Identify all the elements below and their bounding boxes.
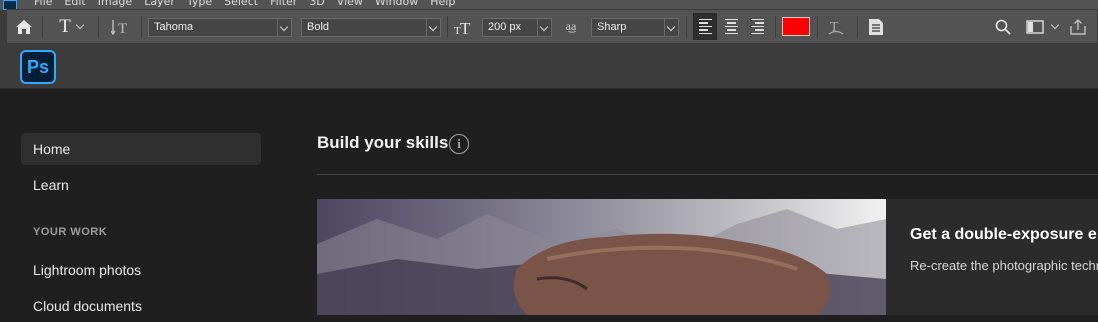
font-style-select[interactable]: Bold xyxy=(301,18,441,37)
photoshop-logo[interactable]: Ps xyxy=(20,50,56,84)
anti-alias-value: Sharp xyxy=(597,21,627,33)
menu-filter[interactable]: Filter xyxy=(270,0,297,8)
font-family-value: Tahoma xyxy=(154,21,194,33)
menu-image[interactable]: Image xyxy=(98,0,132,8)
menu-window[interactable]: Window xyxy=(375,0,418,8)
text-tool-icon: T xyxy=(59,15,71,37)
chevron-down-icon xyxy=(1050,20,1060,29)
sidebar-item-lightroom-photos[interactable]: Lightroom photos xyxy=(21,254,261,286)
anti-alias-icon: a͜a xyxy=(565,19,577,33)
svg-text:T: T xyxy=(460,19,471,35)
svg-text:T: T xyxy=(118,21,127,36)
warp-text-icon[interactable]: T xyxy=(824,10,848,43)
sidebar-item-learn[interactable]: Learn xyxy=(21,169,261,201)
character-panel-icon[interactable] xyxy=(864,10,888,43)
chevron-down-icon xyxy=(277,19,291,36)
options-toolbar: T T Tahoma Bold TT 200 px a͜a Sharp T xyxy=(6,9,1098,44)
chevron-down-icon xyxy=(664,19,678,36)
sidebar-item-home[interactable]: Home xyxy=(21,133,261,165)
font-style-value: Bold xyxy=(307,21,330,33)
section-title: Build your skills xyxy=(317,133,449,152)
menu-edit[interactable]: Edit xyxy=(64,0,85,8)
text-tool-preset[interactable]: T xyxy=(51,10,91,43)
menu-items: File Edit Image Layer Type Select Filter… xyxy=(34,0,455,8)
menu-select[interactable]: Select xyxy=(224,0,258,8)
font-size-value: 200 px xyxy=(488,21,522,33)
chevron-down-icon xyxy=(537,19,551,36)
chevron-down-icon xyxy=(426,19,440,36)
search-icon[interactable] xyxy=(992,10,1014,43)
menu-file[interactable]: File xyxy=(34,0,52,8)
menu-layer[interactable]: Layer xyxy=(144,0,175,8)
share-icon[interactable] xyxy=(1067,10,1089,43)
home-icon[interactable] xyxy=(11,10,37,43)
menu-view[interactable]: View xyxy=(337,0,363,8)
font-size-icon: TT xyxy=(452,10,476,43)
tutorial-title: Get a double-exposure e xyxy=(910,226,1097,243)
font-size-select[interactable]: 200 px xyxy=(482,18,552,37)
text-color-swatch[interactable] xyxy=(782,17,810,36)
workspace-icon[interactable] xyxy=(1022,10,1062,43)
text-align-group xyxy=(693,13,771,40)
menu-3d[interactable]: 3D xyxy=(309,0,324,8)
align-left-icon[interactable] xyxy=(693,13,717,40)
tutorial-card[interactable]: Get a double-exposure e Re-create the ph… xyxy=(317,199,1098,315)
tutorial-thumbnail xyxy=(317,199,886,315)
align-right-icon[interactable] xyxy=(745,13,769,40)
font-family-select[interactable]: Tahoma xyxy=(148,18,292,37)
menu-type[interactable]: Type xyxy=(187,0,212,8)
sidebar-section-your-work: YOUR WORK xyxy=(33,226,108,238)
text-orientation-icon[interactable]: T xyxy=(109,10,133,43)
anti-alias-select[interactable]: Sharp xyxy=(591,18,679,37)
chevron-down-icon xyxy=(75,20,85,29)
tutorial-description: Re-create the photographic techn xyxy=(910,258,1098,273)
info-icon[interactable]: i xyxy=(449,134,469,154)
menu-help[interactable]: Help xyxy=(430,0,455,8)
sidebar-item-cloud-documents[interactable]: Cloud documents xyxy=(21,290,261,322)
divider xyxy=(317,174,1098,175)
align-center-icon[interactable] xyxy=(719,13,743,40)
tutorial-card-body: Get a double-exposure e Re-create the ph… xyxy=(886,199,1098,315)
